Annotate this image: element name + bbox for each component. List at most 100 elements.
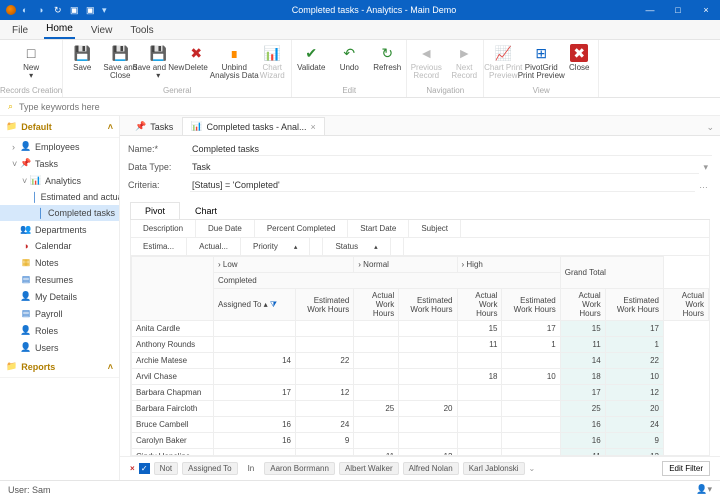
pivot-row[interactable]: Arvil Chase18101810 [132, 369, 709, 385]
value-header[interactable]: Actual Work Hours [560, 289, 605, 321]
measure-header[interactable]: Actual... [187, 238, 241, 255]
criteria-edit-icon[interactable]: … [695, 180, 712, 190]
minimize-button[interactable]: — [636, 5, 664, 15]
field-header[interactable]: Subject [409, 220, 461, 237]
measure-header[interactable]: Status▴ [323, 238, 403, 255]
pivot-row[interactable]: Barbara Chapman17121712 [132, 385, 709, 401]
pivot-row[interactable]: Anita Cardle15171517 [132, 321, 709, 337]
doc-tab[interactable]: 📊Completed tasks - Anal...× [182, 117, 325, 135]
pivot-row[interactable]: Cindy Haneline11121112 [132, 449, 709, 457]
qat-icon-2[interactable]: ◑ [38, 5, 48, 15]
new-button[interactable]: □New ▾ [12, 44, 50, 81]
pivot-grid[interactable]: › Low› Normal› HighGrand TotalCompletedA… [130, 256, 710, 456]
filter-toggle-checkbox[interactable]: ✓ [139, 463, 150, 474]
value-header[interactable]: Estimated Work Hours [399, 289, 457, 321]
datatype-dropdown-icon[interactable]: ▾ [699, 162, 712, 173]
status-person-icon[interactable]: 👤▾ [696, 484, 712, 495]
pivot-cell [296, 321, 354, 337]
validate-button-label: Validate [297, 64, 325, 72]
menu-home[interactable]: Home [44, 21, 75, 39]
pivot-print-button[interactable]: ⊞PivotGrid Print Preview [522, 44, 560, 81]
nav-header-default[interactable]: 📁Default˄ [0, 116, 119, 138]
nav-item[interactable]: ◑Calendar [0, 238, 119, 254]
field-header[interactable]: Start Date [348, 220, 409, 237]
value-header[interactable]: Estimated Work Hours [605, 289, 663, 321]
qat-refresh-icon[interactable]: ↻ [54, 5, 64, 15]
save-button[interactable]: 💾Save [63, 44, 101, 72]
nav-item[interactable]: 👤Roles [0, 322, 119, 339]
filter-value-chip[interactable]: Albert Walker [339, 462, 399, 475]
value-header[interactable]: Estimated Work Hours [502, 289, 560, 321]
col-group-header[interactable]: › High [457, 257, 560, 273]
filter-value-chip[interactable]: Aaron Borrmann [264, 462, 335, 475]
tabs-expand-icon[interactable]: ⌄ [700, 120, 720, 135]
tab-close-icon[interactable]: × [311, 122, 316, 132]
unbind-button[interactable]: ∎Unbind Analysis Data [215, 44, 253, 81]
opt-tab-chart[interactable]: Chart [180, 202, 232, 219]
prev-record-button-label: Previous Record [411, 64, 442, 81]
filter-dim-chip[interactable]: Assigned To [182, 462, 237, 475]
filter-more-icon[interactable]: ⌄ [529, 464, 536, 473]
search-input[interactable] [19, 102, 712, 112]
qat-saveas-icon[interactable]: ▣ [86, 5, 96, 15]
nav-item[interactable]: │Estimated and actual wor [0, 189, 119, 205]
pivot-cell: 11 [560, 337, 605, 353]
value-header[interactable]: Actual Work Hours [663, 289, 708, 321]
qat-save-icon[interactable]: ▣ [70, 5, 80, 15]
field-header[interactable]: Description [131, 220, 196, 237]
menu-tools[interactable]: Tools [128, 23, 155, 39]
nav-item[interactable]: 👤My Details [0, 288, 119, 305]
pivot-row[interactable]: Anthony Rounds111111 [132, 337, 709, 353]
col-status-header[interactable]: Completed [214, 273, 561, 289]
nav-item[interactable]: ▤Resumes [0, 271, 119, 288]
nav-item[interactable]: │Completed tasks [0, 205, 119, 221]
validate-button[interactable]: ✔Validate [292, 44, 330, 72]
window-close-button[interactable]: × [692, 5, 720, 15]
pivot-row[interactable]: Bruce Cambell16241624 [132, 417, 709, 433]
row-header[interactable]: Assigned To ▴ ⧩ [214, 289, 296, 321]
field-header[interactable]: Percent Completed [255, 220, 348, 237]
pivot-cell: 9 [605, 433, 663, 449]
datatype-field[interactable]: Task [190, 161, 699, 174]
value-header[interactable]: Actual Work Hours [354, 289, 399, 321]
menu-file[interactable]: File [10, 23, 30, 39]
name-field[interactable]: Completed tasks [190, 143, 712, 156]
doc-tab[interactable]: 📌Tasks [126, 117, 182, 135]
value-header[interactable]: Actual Work Hours [457, 289, 502, 321]
qat-icon-1[interactable]: ◐ [22, 5, 32, 15]
filter-icon[interactable]: ⧩ [270, 300, 277, 309]
close-button[interactable]: ✖Close [560, 44, 598, 72]
nav-item[interactable]: ›👤Employees [0, 138, 119, 155]
maximize-button[interactable]: □ [664, 5, 692, 15]
refresh-button[interactable]: ↻Refresh [368, 44, 406, 72]
nav-header-reports[interactable]: 📁Reports˄ [0, 356, 119, 378]
pivot-row[interactable]: Archie Matese14221422 [132, 353, 709, 369]
filter-value-chip[interactable]: Karl Jablonski [463, 462, 525, 475]
nav-item-icon: 📊 [30, 175, 42, 186]
col-group-header[interactable]: › Low [214, 257, 354, 273]
pivot-row[interactable]: Carolyn Baker169169 [132, 433, 709, 449]
filter-not-chip[interactable]: Not [154, 462, 178, 475]
measure-header[interactable]: Estima... [131, 238, 187, 255]
opt-tab-pivot[interactable]: Pivot [130, 202, 180, 219]
nav-item[interactable]: 👥Departments [0, 221, 119, 238]
pivot-row[interactable]: Barbara Faircloth25202520 [132, 401, 709, 417]
criteria-field[interactable]: [Status] = 'Completed' [190, 179, 695, 192]
nav-item[interactable]: 👤Users [0, 339, 119, 356]
nav-item[interactable]: ▦Notes [0, 254, 119, 271]
edit-filter-button[interactable]: Edit Filter [662, 461, 710, 476]
col-group-header[interactable]: › Normal [354, 257, 457, 273]
nav-item[interactable]: ˅📊Analytics [0, 172, 119, 189]
menu-view[interactable]: View [89, 23, 115, 39]
filter-value-chip[interactable]: Alfred Nolan [403, 462, 459, 475]
ribbon-group-label: Edit [342, 86, 356, 97]
field-header[interactable]: Due Date [196, 220, 255, 237]
value-header[interactable]: Estimated Work Hours [296, 289, 354, 321]
nav-item[interactable]: ▤Payroll [0, 305, 119, 322]
qat-dropdown-icon[interactable]: ▾ [102, 5, 112, 15]
nav-item[interactable]: ˅📌Tasks [0, 155, 119, 172]
save-new-button[interactable]: 💾Save and New ▾ [139, 44, 177, 81]
measure-header[interactable]: Priority▴ [241, 238, 323, 255]
undo-button[interactable]: ↶Undo [330, 44, 368, 72]
filter-remove-icon[interactable]: × [130, 464, 135, 473]
